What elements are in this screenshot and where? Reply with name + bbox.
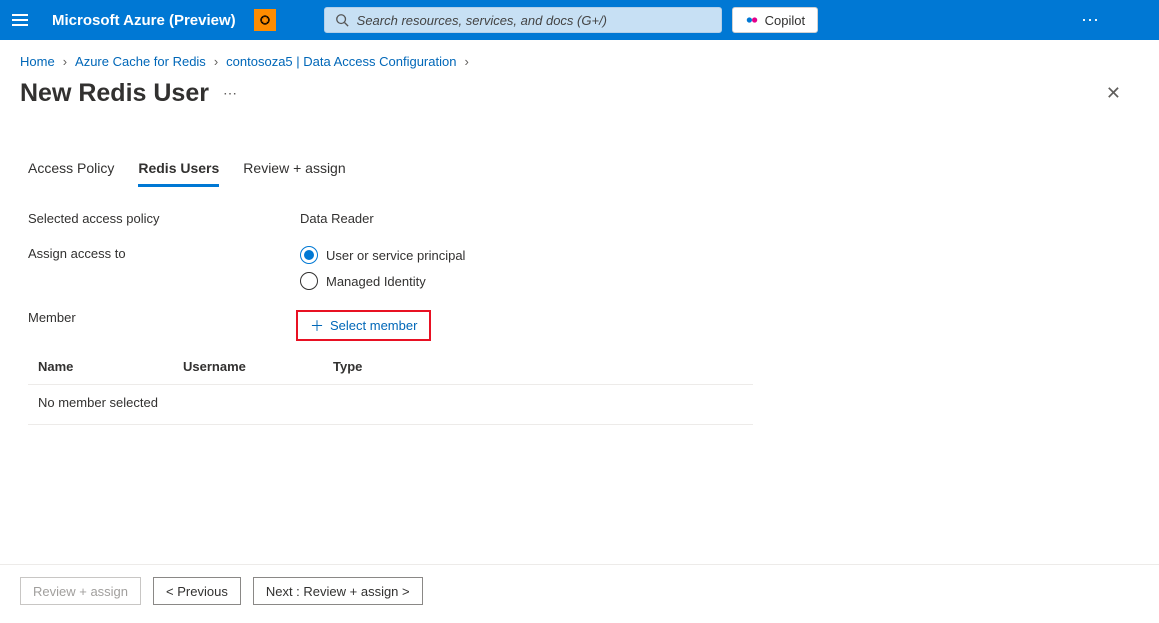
copilot-button[interactable]: Copilot bbox=[732, 7, 818, 33]
radio-managed-label: Managed Identity bbox=[326, 274, 426, 289]
member-table-empty-row: No member selected bbox=[28, 385, 753, 425]
breadcrumb-item[interactable]: Home bbox=[20, 54, 55, 69]
preview-badge-icon[interactable] bbox=[254, 9, 276, 31]
search-box[interactable] bbox=[324, 7, 722, 33]
radio-managed-identity[interactable]: Managed Identity bbox=[300, 272, 465, 290]
breadcrumb-item[interactable]: contosoza5 | Data Access Configuration bbox=[226, 54, 456, 69]
radio-user-label: User or service principal bbox=[326, 248, 465, 263]
radio-user-principal[interactable]: User or service principal bbox=[300, 246, 465, 264]
copilot-icon bbox=[745, 13, 759, 27]
breadcrumb-sep: › bbox=[464, 54, 468, 69]
radio-icon bbox=[300, 272, 318, 290]
selected-policy-value: Data Reader bbox=[300, 211, 374, 226]
highlight-box: ＋ Select member bbox=[296, 310, 431, 341]
plus-icon: ＋ bbox=[310, 319, 324, 333]
tab-review-assign[interactable]: Review + assign bbox=[243, 160, 345, 187]
breadcrumb-item[interactable]: Azure Cache for Redis bbox=[75, 54, 206, 69]
breadcrumb: Home › Azure Cache for Redis › contosoza… bbox=[0, 40, 1159, 77]
page-title: New Redis User bbox=[20, 79, 209, 108]
review-assign-button: Review + assign bbox=[20, 577, 141, 605]
search-wrap: Copilot bbox=[324, 7, 818, 33]
close-icon[interactable]: ✕ bbox=[1106, 83, 1139, 104]
next-button[interactable]: Next : Review + assign > bbox=[253, 577, 423, 605]
footer: Review + assign < Previous Next : Review… bbox=[0, 564, 1159, 605]
search-input[interactable] bbox=[357, 13, 711, 28]
col-type[interactable]: Type bbox=[333, 359, 753, 374]
row-selected-policy: Selected access policy Data Reader bbox=[28, 211, 1131, 226]
previous-button[interactable]: < Previous bbox=[153, 577, 241, 605]
col-name[interactable]: Name bbox=[38, 359, 183, 374]
tabs: Access Policy Redis Users Review + assig… bbox=[0, 160, 1159, 187]
title-row: New Redis User ⋯ ✕ bbox=[0, 79, 1159, 108]
breadcrumb-sep: › bbox=[214, 54, 218, 69]
member-table-header: Name Username Type bbox=[28, 351, 753, 385]
title-more-icon[interactable]: ⋯ bbox=[223, 85, 238, 102]
empty-text: No member selected bbox=[38, 395, 158, 410]
search-icon bbox=[335, 13, 349, 27]
breadcrumb-sep: › bbox=[63, 54, 67, 69]
tab-access-policy[interactable]: Access Policy bbox=[28, 160, 114, 187]
header-more-icon[interactable]: ⋯ bbox=[1081, 10, 1149, 31]
col-username[interactable]: Username bbox=[183, 359, 333, 374]
member-label: Member bbox=[28, 310, 300, 325]
select-member-button[interactable]: ＋ Select member bbox=[300, 314, 427, 337]
select-member-label: Select member bbox=[330, 318, 417, 333]
menu-icon[interactable] bbox=[12, 12, 28, 28]
assign-access-label: Assign access to bbox=[28, 246, 300, 261]
form-area: Selected access policy Data Reader Assig… bbox=[0, 187, 1159, 435]
selected-policy-label: Selected access policy bbox=[28, 211, 300, 226]
copilot-label: Copilot bbox=[765, 13, 805, 28]
top-bar: Microsoft Azure (Preview) Copilot ⋯ bbox=[0, 0, 1159, 40]
brand-label[interactable]: Microsoft Azure (Preview) bbox=[52, 12, 236, 29]
assign-radio-group: User or service principal Managed Identi… bbox=[300, 246, 465, 290]
radio-icon bbox=[300, 246, 318, 264]
row-member: Member ＋ Select member bbox=[28, 310, 1131, 341]
member-table: Name Username Type No member selected bbox=[28, 351, 753, 425]
row-assign-access: Assign access to User or service princip… bbox=[28, 246, 1131, 290]
tab-redis-users[interactable]: Redis Users bbox=[138, 160, 219, 187]
